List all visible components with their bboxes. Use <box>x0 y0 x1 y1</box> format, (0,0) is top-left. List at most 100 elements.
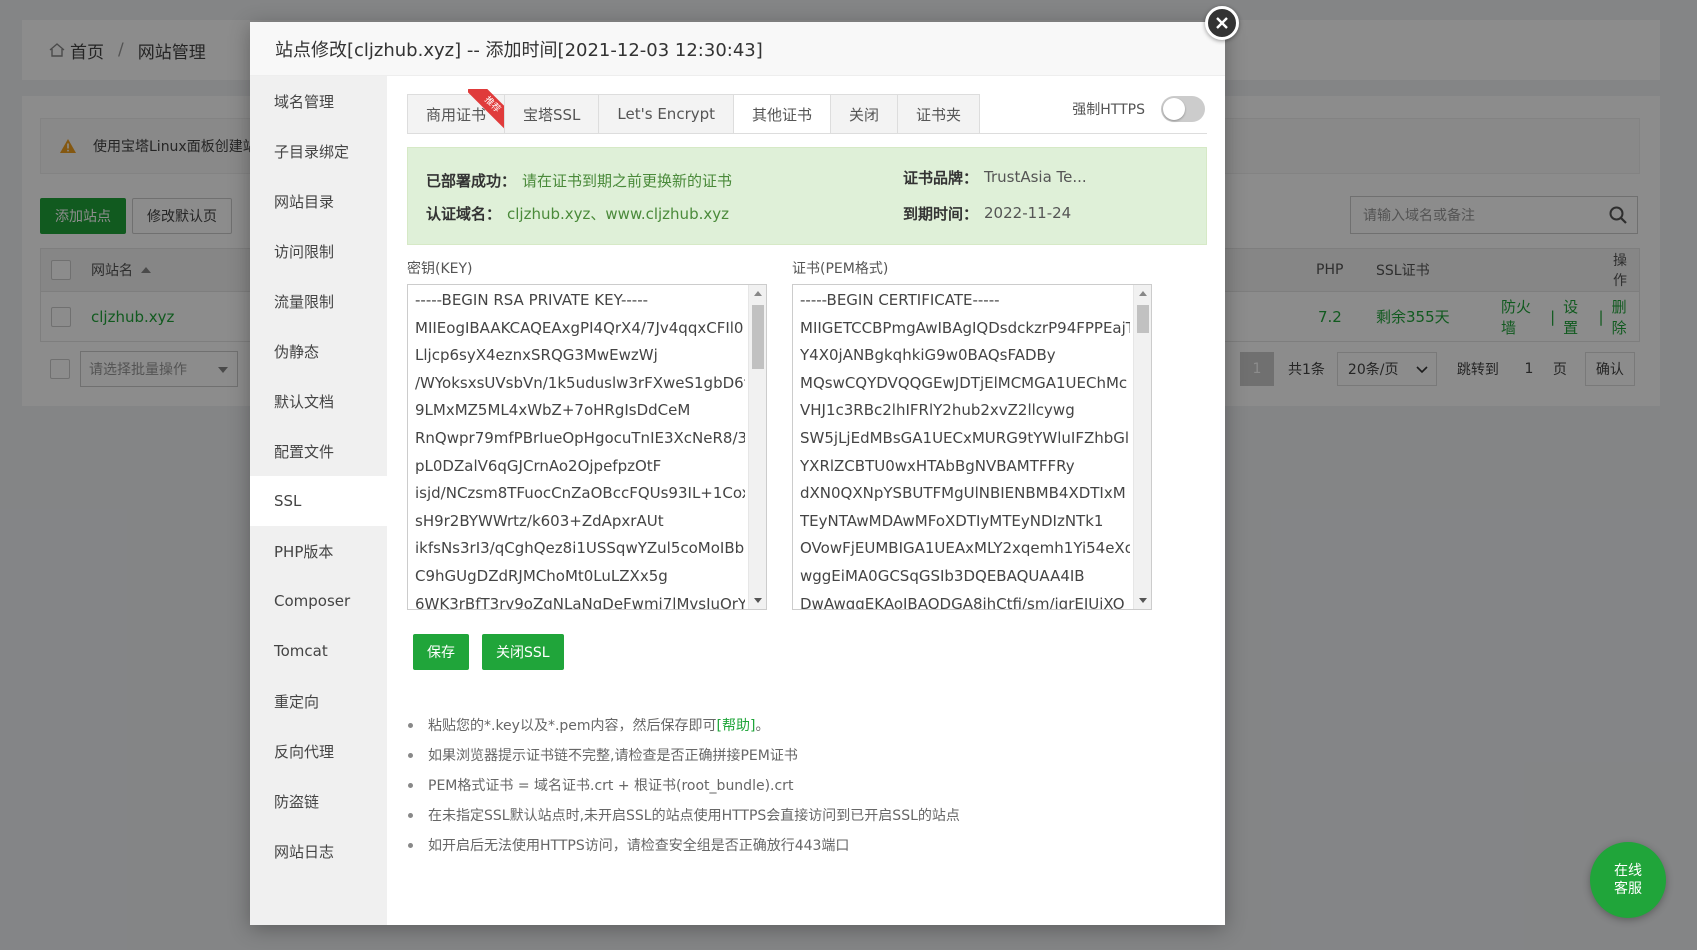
cert-line: dXN0QXNpYSBUTFMgUlNBIENBMB4XDTIxM <box>800 484 1126 503</box>
key-scrollbar[interactable] <box>748 285 766 609</box>
cert-line: VHJ1c3RBc2lhIFRlY2hub2xvZ2llcywg <box>800 401 1075 420</box>
key-textarea[interactable]: -----BEGIN RSA PRIVATE KEY----- MIIEogIB… <box>407 284 767 610</box>
tab-lets-encrypt[interactable]: Let's Encrypt <box>598 94 734 134</box>
scroll-up-icon[interactable] <box>1139 291 1147 296</box>
cert-line: DwAwggEKAoIBAQDGA8ihCtfi/sm/iqrEIUiXO <box>800 594 1125 610</box>
domain-value: cljzhub.xyz、www.cljzhub.xyz <box>507 204 729 223</box>
sidebar-item-default-doc[interactable]: 默认文档 <box>250 376 387 426</box>
sidebar-item-reverse-proxy[interactable]: 反向代理 <box>250 726 387 776</box>
sidebar-item-site-dir[interactable]: 网站目录 <box>250 176 387 226</box>
key-line: /WYoksxsUVsbVn/1k5uduslw3rFXweS1gbD6f <box>415 373 745 392</box>
key-line: -----BEGIN RSA PRIVATE KEY----- <box>415 291 649 309</box>
cert-line: MIIGETCCBPmgAwIBAgIQDsdckzrP94FPPEajT <box>800 318 1130 337</box>
save-button[interactable]: 保存 <box>413 634 469 670</box>
scroll-thumb[interactable] <box>752 305 764 369</box>
force-https-toggle[interactable] <box>1161 96 1205 122</box>
key-line: RnQwpr79mfPBrIueOpHgocuTnIE3XcNeR8/3 <box>415 428 745 447</box>
tab-close[interactable]: 关闭 <box>830 94 898 134</box>
sidebar-item-domain[interactable]: 域名管理 <box>250 76 387 126</box>
key-line: 6WK3rBfT3rv9oZqNLaNgDeFwmi7lMvsIuOrY <box>415 594 745 610</box>
sidebar-item-rewrite[interactable]: 伪静态 <box>250 326 387 376</box>
key-label: 密钥(KEY) <box>407 261 473 277</box>
scroll-down-icon[interactable] <box>754 598 762 603</box>
cert-textarea[interactable]: -----BEGIN CERTIFICATE----- MIIGETCCBPmg… <box>792 284 1152 610</box>
tab-other-cert[interactable]: 其他证书 <box>733 94 831 134</box>
cert-line: YXRlZCBTU0wxHTAbBgNVBAMTFFRy <box>800 456 1075 475</box>
deployed-value: 请在证书到期之前更换新的证书 <box>522 171 733 190</box>
cert-status-box: 已部署成功： 请在证书到期之前更换新的证书 证书品牌： TrustAsia Te… <box>407 147 1207 245</box>
sidebar-item-traffic-limit[interactable]: 流量限制 <box>250 276 387 326</box>
modal-title: 站点修改[cljzhub.xyz] -- 添加时间[2021-12-03 12:… <box>250 22 1225 76</box>
tip-text: 在未指定SSL默认站点时,未开启SSL的站点使用HTTPS会直接访问到已开启SS… <box>428 808 960 824</box>
modal-sidebar: 域名管理 子目录绑定 网站目录 访问限制 流量限制 伪静态 默认文档 配置文件 … <box>250 76 387 925</box>
bullet-icon <box>408 782 413 788</box>
sidebar-item-hotlink[interactable]: 防盗链 <box>250 776 387 826</box>
tip-item: 如果浏览器提示证书链不完整,请检查是否正确拼接PEM证书 <box>407 740 1207 770</box>
deployed-label: 已部署成功： <box>426 171 517 190</box>
key-line: 9LMxMZ5ML4xWbZ+7oHRgIsDdCeM <box>415 401 691 420</box>
sidebar-item-composer[interactable]: Composer <box>250 576 387 626</box>
close-ssl-button[interactable]: 关闭SSL <box>482 634 564 670</box>
help-link[interactable]: [帮助] <box>717 715 756 735</box>
tip-text: 如果浏览器提示证书链不完整,请检查是否正确拼接PEM证书 <box>428 748 798 764</box>
key-line: Lljcp6syX4eznxSRQG3MwEwzWj <box>415 346 658 365</box>
tip-text: 如开启后无法使用HTTPS访问，请检查安全组是否正确放行443端口 <box>428 838 850 854</box>
scroll-up-icon[interactable] <box>754 291 762 296</box>
toggle-knob <box>1163 98 1185 120</box>
sidebar-item-subdir[interactable]: 子目录绑定 <box>250 126 387 176</box>
brand-label: 证书品牌： <box>903 168 979 187</box>
sidebar-item-config-file[interactable]: 配置文件 <box>250 426 387 476</box>
cert-scrollbar[interactable] <box>1133 285 1151 609</box>
tip-item: 在未指定SSL默认站点时,未开启SSL的站点使用HTTPS会直接访问到已开启SS… <box>407 800 1207 830</box>
bullet-icon <box>408 722 413 728</box>
sidebar-item-php-version[interactable]: PHP版本 <box>250 526 387 576</box>
cert-line: -----BEGIN CERTIFICATE----- <box>800 291 1000 309</box>
tip-text: 粘贴您的*.key以及*.pem内容，然后保存即可 <box>428 718 717 734</box>
tip-text-end: 。 <box>755 718 770 734</box>
key-line: isjd/NCzsm8TFuocCnZaOBccFQUs93IL+1Cox <box>415 484 745 503</box>
sidebar-item-ssl[interactable]: SSL <box>250 476 387 526</box>
cert-line: wggEiMA0GCSqGSIb3DQEBAQUAA4IB <box>800 566 1085 585</box>
site-edit-modal: 站点修改[cljzhub.xyz] -- 添加时间[2021-12-03 12:… <box>250 22 1225 925</box>
online-support-button[interactable]: 在线 客服 <box>1590 842 1666 918</box>
scroll-down-icon[interactable] <box>1139 598 1147 603</box>
expire-label: 到期时间： <box>903 204 979 223</box>
key-line: ikfsNs3rI3/qCghQez8i1USSqwYZul5coMoIBb <box>415 539 745 558</box>
cert-line: MQswCQYDVQQGEwJDTjElMCMGA1UEChMc <box>800 373 1128 392</box>
sidebar-item-site-log[interactable]: 网站日志 <box>250 826 387 876</box>
cert-line: OVowFjEUMBIGA1UEAxMLY2xqemh1Yi54eXo <box>800 539 1130 558</box>
ssl-tabs: 商用证书 推荐 宝塔SSL Let's Encrypt 其他证书 关闭 证书夹 <box>407 89 981 134</box>
tab-bt-ssl[interactable]: 宝塔SSL <box>504 94 599 134</box>
recommended-ribbon-label: 推荐 <box>468 89 509 129</box>
modal-close-button[interactable] <box>1205 6 1239 40</box>
key-line: C9hGUgDZdRJMChoMt0LuLZXx5g <box>415 566 668 585</box>
tip-item: 如开启后无法使用HTTPS访问，请检查安全组是否正确放行443端口 <box>407 830 1207 860</box>
help-tips: 粘贴您的*.key以及*.pem内容，然后保存即可 [帮助] 。 如果浏览器提示… <box>407 710 1207 860</box>
key-line: sH9r2BYWWrtz/k603+ZdApxrAUt <box>415 511 664 530</box>
tab-cert-folder[interactable]: 证书夹 <box>897 94 981 134</box>
sidebar-item-access-limit[interactable]: 访问限制 <box>250 226 387 276</box>
cert-line: SW5jLjEdMBsGA1UECxMURG9tYWluIFZhbGlk <box>800 428 1130 447</box>
bullet-icon <box>408 842 413 848</box>
cert-line: TEyNTAwMDAwMFoXDTIyMTEyNDIzNTk1 <box>800 511 1104 530</box>
tip-item: 粘贴您的*.key以及*.pem内容，然后保存即可 [帮助] 。 <box>407 710 1207 740</box>
cert-label: 证书(PEM格式) <box>792 261 889 277</box>
sidebar-item-redirect[interactable]: 重定向 <box>250 676 387 726</box>
brand-value: TrustAsia Te... <box>984 168 1087 186</box>
tab-commercial-cert[interactable]: 商用证书 推荐 <box>407 89 509 134</box>
tabs-divider <box>407 133 1207 134</box>
online-support-line1: 在线 <box>1614 863 1642 879</box>
domain-label: 认证域名： <box>426 204 502 223</box>
ssl-panel: 商用证书 推荐 宝塔SSL Let's Encrypt 其他证书 关闭 证书夹 … <box>387 76 1225 925</box>
force-https: 强制HTTPS <box>1072 94 1205 124</box>
tip-text: PEM格式证书 = 域名证书.crt + 根证书(root_bundle).cr… <box>428 778 794 794</box>
force-https-label: 强制HTTPS <box>1072 102 1145 118</box>
key-line: pL0DZalV6qGJCrnAo2OjpefpzOtF <box>415 456 662 475</box>
sidebar-item-tomcat[interactable]: Tomcat <box>250 626 387 676</box>
expire-value: 2022-11-24 <box>984 204 1072 222</box>
cert-line: Y4X0jANBgkqhkiG9w0BAQsFADBy <box>800 346 1056 365</box>
bullet-icon <box>408 812 413 818</box>
online-support-line2: 客服 <box>1614 881 1642 897</box>
scroll-thumb[interactable] <box>1137 305 1149 333</box>
key-line: MIIEogIBAAKCAQEAxgPI4QrX4/7Jv4qqxCFIl0 <box>415 318 744 337</box>
